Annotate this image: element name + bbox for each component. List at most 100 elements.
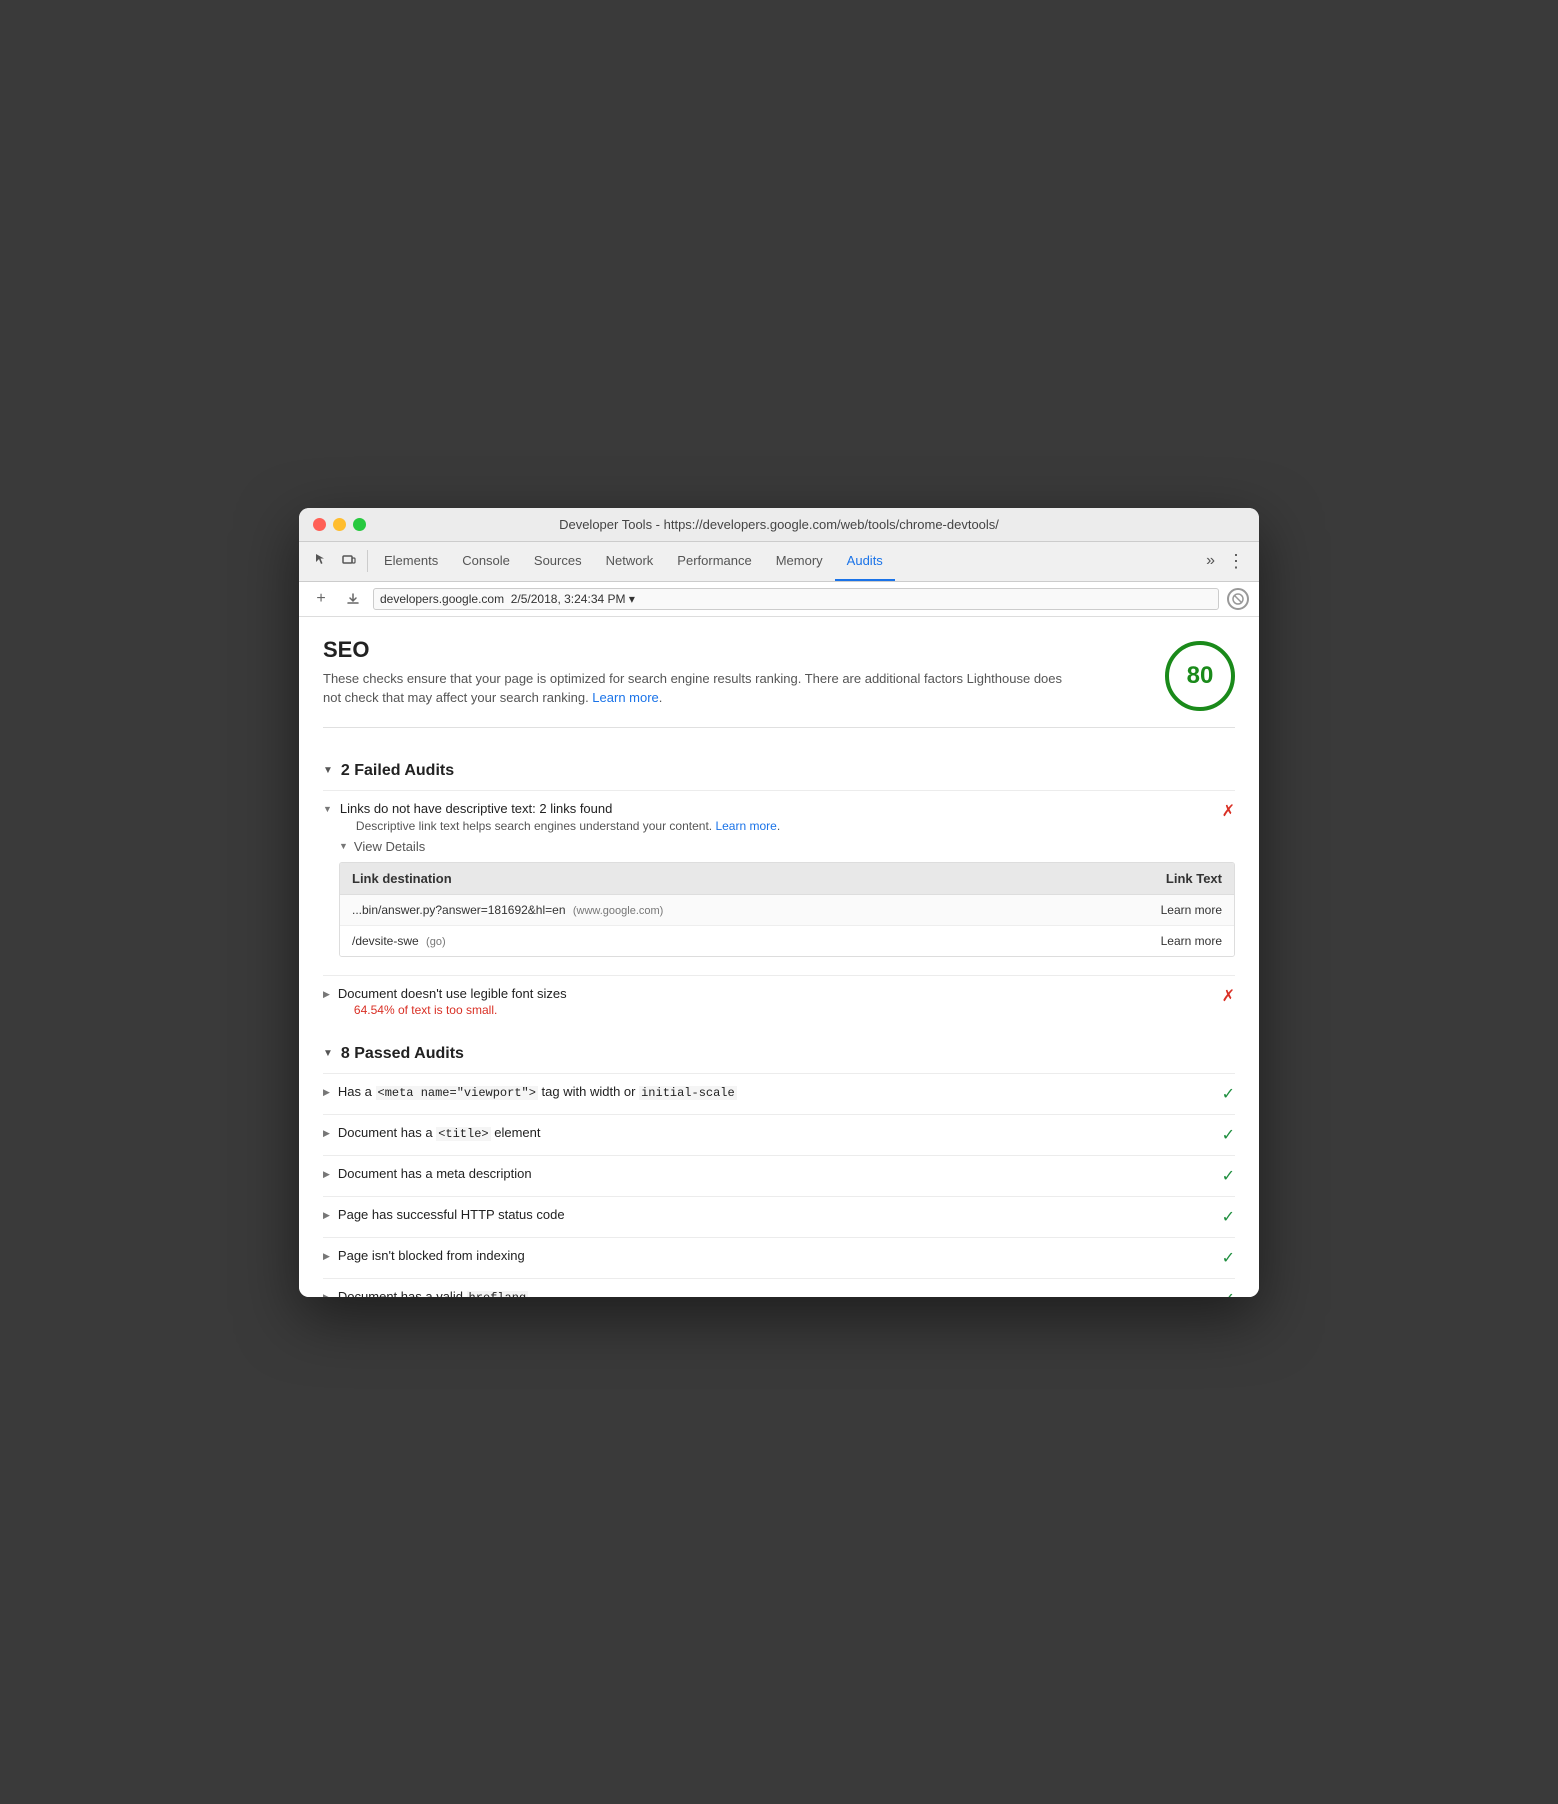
audit-status-indexing: ✓ — [1222, 1248, 1235, 1268]
audit-toggle-http-status[interactable]: ▶ — [323, 1210, 330, 1221]
audit-text-title: Document has a <title> element — [338, 1125, 541, 1141]
audit-status-http-status: ✓ — [1222, 1207, 1235, 1227]
audit-toggle-viewport[interactable]: ▶ — [323, 1087, 330, 1098]
audit-text-viewport: Has a <meta name="viewport"> tag with wi… — [338, 1084, 737, 1100]
seo-header: SEO These checks ensure that your page i… — [323, 637, 1235, 728]
audit-toggle-meta-desc[interactable]: ▶ — [323, 1169, 330, 1180]
address-bar: + — [299, 582, 1259, 617]
audit-content-links: Links do not have descriptive text: 2 li… — [340, 801, 780, 833]
audit-toggle-links[interactable]: ▼ — [323, 804, 332, 814]
table-row: ...bin/answer.py?answer=181692&hl=en (ww… — [340, 895, 1234, 926]
audit-row-meta-desc: ▶ Document has a meta description ✓ — [323, 1166, 1235, 1186]
passed-audits-header: ▼ 8 Passed Audits — [323, 1031, 1235, 1073]
score-circle: 80 — [1165, 641, 1235, 711]
audit-left-meta-desc: ▶ Document has a meta description — [323, 1166, 1212, 1181]
tab-network[interactable]: Network — [594, 542, 666, 581]
seo-desc-text: These checks ensure that your page is op… — [323, 671, 1062, 706]
audit-status-viewport: ✓ — [1222, 1084, 1235, 1104]
more-tabs-icon[interactable]: » — [1200, 552, 1221, 570]
seo-description: These checks ensure that your page is op… — [323, 669, 1063, 708]
table-header: Link destination Link Text — [340, 863, 1234, 895]
devtools-window: Developer Tools - https://developers.goo… — [299, 508, 1259, 1297]
tab-audits[interactable]: Audits — [835, 542, 895, 581]
audit-row-indexing: ▶ Page isn't blocked from indexing ✓ — [323, 1248, 1235, 1268]
kebab-menu-icon[interactable]: ⋮ — [1221, 551, 1251, 572]
tab-bar: Elements Console Sources Network Perform… — [372, 542, 1200, 581]
col-header-text: Link Text — [1102, 871, 1222, 886]
download-button[interactable] — [341, 587, 365, 611]
table-row: /devsite-swe (go) Learn more — [340, 926, 1234, 956]
address-input[interactable] — [373, 588, 1219, 610]
cell-dest-domain-1: (www.google.com) — [573, 905, 663, 917]
audit-item-fontsize: ▶ Document doesn't use legible font size… — [323, 975, 1235, 1027]
audit-row-title: ▶ Document has a <title> element ✓ — [323, 1125, 1235, 1145]
audit-status-title: ✓ — [1222, 1125, 1235, 1145]
audit-item-viewport: ▶ Has a <meta name="viewport"> tag with … — [323, 1073, 1235, 1114]
audit-left-hreflang: ▶ Document has a valid hreflang — [323, 1289, 1212, 1297]
title-bar: Developer Tools - https://developers.goo… — [299, 508, 1259, 542]
audit-text-indexing: Page isn't blocked from indexing — [338, 1248, 525, 1263]
block-icon[interactable] — [1227, 588, 1249, 610]
audit-text-fontsize: Document doesn't use legible font sizes — [338, 986, 567, 1001]
seo-learn-more-link[interactable]: Learn more — [592, 690, 658, 705]
audit-toggle-hreflang[interactable]: ▶ — [323, 1292, 330, 1297]
close-button[interactable] — [313, 518, 326, 531]
audit-row-http-status: ▶ Page has successful HTTP status code ✓ — [323, 1207, 1235, 1227]
passed-section: ▼ 8 Passed Audits ▶ Has a <meta name="vi… — [323, 1031, 1235, 1297]
cell-dest-domain-2: (go) — [426, 936, 446, 948]
devtools-toolbar: Elements Console Sources Network Perform… — [299, 542, 1259, 582]
cell-text-2: Learn more — [1102, 934, 1222, 948]
seo-info: SEO These checks ensure that your page i… — [323, 637, 1063, 708]
cell-dest-2: /devsite-swe (go) — [352, 934, 1102, 948]
add-tab-button[interactable]: + — [309, 587, 333, 611]
inspect-icon[interactable] — [307, 547, 335, 575]
audit-left-links: ▼ Links do not have descriptive text: 2 … — [323, 801, 1212, 833]
col-header-dest: Link destination — [352, 871, 1102, 886]
audit-toggle-fontsize[interactable]: ▶ — [323, 989, 330, 1000]
score-number: 80 — [1187, 662, 1214, 690]
audit-text-http-status: Page has successful HTTP status code — [338, 1207, 565, 1222]
passed-section-toggle[interactable]: ▼ — [323, 1048, 333, 1059]
audit-left-title: ▶ Document has a <title> element — [323, 1125, 1212, 1141]
audit-text-links: Links do not have descriptive text: 2 li… — [340, 801, 780, 816]
audit-toggle-title[interactable]: ▶ — [323, 1128, 330, 1139]
links-details-table: Link destination Link Text ...bin/answer… — [339, 862, 1235, 957]
passed-section-title: 8 Passed Audits — [341, 1045, 464, 1063]
audit-row-fontsize: ▶ Document doesn't use legible font size… — [323, 986, 1235, 1017]
audit-left-indexing: ▶ Page isn't blocked from indexing — [323, 1248, 1212, 1263]
device-toggle-icon[interactable] — [335, 547, 363, 575]
failed-section-title: 2 Failed Audits — [341, 762, 454, 780]
audit-subtext-links: Descriptive link text helps search engin… — [356, 819, 780, 833]
tab-elements[interactable]: Elements — [372, 542, 450, 581]
audit-left-fontsize: ▶ Document doesn't use legible font size… — [323, 986, 1212, 1017]
audit-item-indexing: ▶ Page isn't blocked from indexing ✓ — [323, 1237, 1235, 1278]
cell-text-1: Learn more — [1102, 903, 1222, 917]
failed-audits-header: ▼ 2 Failed Audits — [323, 748, 1235, 790]
audit-item-links: ▼ Links do not have descriptive text: 2 … — [323, 790, 1235, 975]
cell-dest-1: ...bin/answer.py?answer=181692&hl=en (ww… — [352, 903, 1102, 917]
audit-item-hreflang: ▶ Document has a valid hreflang ✓ — [323, 1278, 1235, 1297]
audit-status-fontsize: ✗ — [1222, 986, 1235, 1006]
audit-row-links: ▼ Links do not have descriptive text: 2 … — [323, 801, 1235, 833]
audit-left-viewport: ▶ Has a <meta name="viewport"> tag with … — [323, 1084, 1212, 1100]
tab-memory[interactable]: Memory — [764, 542, 835, 581]
audit-text-hreflang: Document has a valid hreflang — [338, 1289, 528, 1297]
audit-status-hreflang: ✓ — [1222, 1289, 1235, 1297]
cell-dest-path-2: /devsite-swe — [352, 934, 419, 948]
audit-item-title: ▶ Document has a <title> element ✓ — [323, 1114, 1235, 1155]
tab-sources[interactable]: Sources — [522, 542, 594, 581]
failed-section-toggle[interactable]: ▼ — [323, 765, 333, 776]
audit-learn-more-link-links[interactable]: Learn more — [715, 819, 776, 833]
tab-performance[interactable]: Performance — [665, 542, 763, 581]
audit-left-http-status: ▶ Page has successful HTTP status code — [323, 1207, 1212, 1222]
traffic-lights — [313, 518, 366, 531]
audit-text-meta-desc: Document has a meta description — [338, 1166, 532, 1181]
tab-console[interactable]: Console — [450, 542, 522, 581]
maximize-button[interactable] — [353, 518, 366, 531]
minimize-button[interactable] — [333, 518, 346, 531]
cell-dest-path-1: ...bin/answer.py?answer=181692&hl=en — [352, 903, 566, 917]
audit-fail-text-fontsize: 64.54% of text is too small. — [354, 1003, 567, 1017]
view-details-toggle[interactable]: ▼ View Details — [339, 839, 1235, 854]
audit-toggle-indexing[interactable]: ▶ — [323, 1251, 330, 1262]
audit-content-fontsize: Document doesn't use legible font sizes … — [338, 986, 567, 1017]
